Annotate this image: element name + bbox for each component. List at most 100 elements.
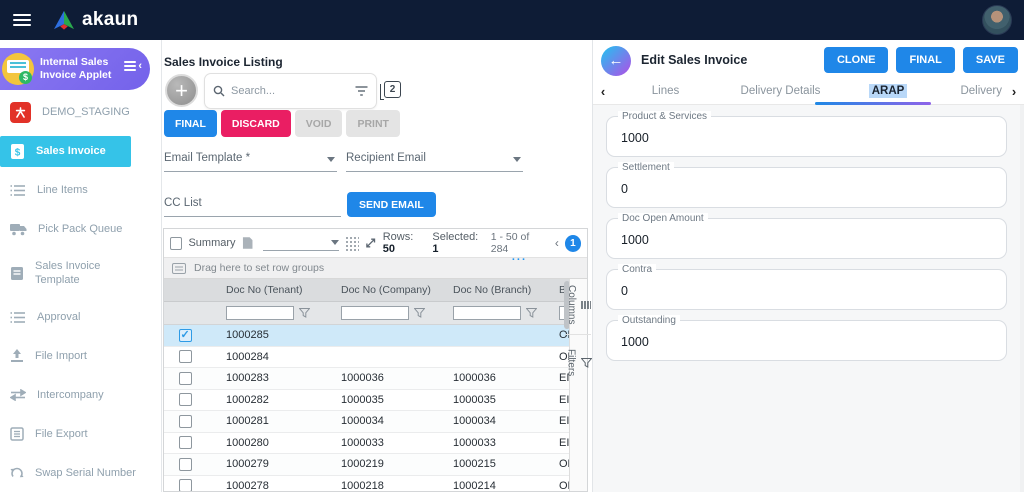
filters-tab[interactable]: Filters bbox=[566, 349, 592, 386]
table-row[interactable]: 100028110000341000034EIN bbox=[164, 411, 571, 433]
applet-header[interactable]: $ Internal Sales Invoice Applet ‹ bbox=[0, 48, 150, 90]
grid-header-row: Doc No (Tenant) Doc No (Company) Doc No … bbox=[164, 279, 571, 302]
table-row[interactable]: 100028210000351000035EIN bbox=[164, 389, 571, 411]
funnel-icon[interactable] bbox=[414, 308, 425, 318]
funnel-icon[interactable] bbox=[526, 308, 537, 318]
search-icon bbox=[213, 85, 225, 97]
tabs-scroll-left-icon[interactable]: ‹ bbox=[593, 84, 613, 99]
pagination-more[interactable]: ... bbox=[512, 251, 527, 263]
grid-filter-row bbox=[164, 302, 571, 325]
sidebar-item-intercompany[interactable]: Intercompany bbox=[0, 383, 161, 407]
sidebar-item-label: Sales Invoice Template bbox=[35, 259, 101, 286]
column-header-tenant[interactable]: Doc No (Tenant) bbox=[206, 284, 321, 296]
table-row[interactable]: 100028010000331000033EIN bbox=[164, 432, 571, 454]
transfer-arrows-icon bbox=[10, 389, 26, 401]
table-row[interactable]: 100028310000361000036EIN bbox=[164, 368, 571, 390]
field-value: 1000 bbox=[621, 131, 649, 145]
sidebar-item-file-import[interactable]: File Import bbox=[0, 344, 161, 368]
send-email-button[interactable]: SEND EMAIL bbox=[347, 192, 436, 217]
duplicate-window-icon[interactable]: 2 bbox=[380, 81, 401, 100]
truck-icon bbox=[10, 223, 27, 235]
final-button[interactable]: FINAL bbox=[896, 47, 955, 73]
grid-view-select[interactable] bbox=[262, 235, 340, 251]
sidebar-item-sales-invoice-template[interactable]: Sales Invoice Template bbox=[0, 256, 161, 290]
save-button[interactable]: SAVE bbox=[962, 47, 1018, 73]
summary-checkbox[interactable] bbox=[170, 236, 183, 250]
filter-list-icon[interactable] bbox=[355, 86, 368, 96]
row-checkbox[interactable] bbox=[178, 393, 192, 407]
tab-delivery-details[interactable]: Delivery Details bbox=[718, 85, 843, 97]
column-header-company[interactable]: Doc No (Company) bbox=[321, 284, 433, 296]
sidebar-item-line-items[interactable]: Line Items bbox=[0, 178, 161, 202]
editor-title: Edit Sales Invoice bbox=[641, 53, 748, 67]
print-button[interactable]: PRINT bbox=[346, 110, 400, 137]
grid-side-tabs: Columns Filters bbox=[566, 279, 592, 491]
row-checkbox[interactable] bbox=[178, 371, 192, 385]
tab-lines[interactable]: Lines bbox=[613, 85, 718, 97]
filter-input-branch[interactable] bbox=[453, 306, 521, 320]
row-checkbox[interactable] bbox=[178, 479, 192, 491]
product-services-field[interactable]: Product & Services 1000 bbox=[606, 111, 1007, 157]
sidebar: $ Internal Sales Invoice Applet ‹ DEMO_S… bbox=[0, 40, 162, 492]
funnel-icon[interactable] bbox=[299, 308, 310, 318]
row-checkbox[interactable] bbox=[178, 436, 192, 450]
pagination-page-button[interactable]: 1 bbox=[564, 234, 582, 252]
expand-icon[interactable] bbox=[365, 237, 376, 249]
field-value: 1000 bbox=[621, 335, 649, 349]
cc-list-input[interactable]: CC List bbox=[164, 197, 341, 217]
field-value: 1000 bbox=[621, 233, 649, 247]
email-template-select[interactable]: Email Template * bbox=[164, 152, 337, 172]
recipient-email-select[interactable]: Recipient Email bbox=[346, 152, 523, 172]
field-value: 0 bbox=[621, 284, 628, 298]
sidebar-item-label: Pick Pack Queue bbox=[38, 222, 123, 235]
table-row[interactable]: 100027810002181000214OL bbox=[164, 475, 571, 491]
sidebar-item-pick-pack-queue[interactable]: Pick Pack Queue bbox=[0, 217, 161, 241]
template-icon bbox=[11, 266, 23, 280]
clone-button[interactable]: CLONE bbox=[823, 47, 889, 73]
field-label: Doc Open Amount bbox=[618, 213, 708, 224]
table-row[interactable]: 100027910002191000215OL bbox=[164, 454, 571, 476]
void-button[interactable]: VOID bbox=[294, 110, 343, 137]
tab-delivery[interactable]: Delivery bbox=[933, 85, 1004, 97]
filter-input-tenant[interactable] bbox=[226, 306, 294, 320]
sales-invoice-icon: $ bbox=[11, 144, 24, 159]
column-header-branch[interactable]: Doc No (Branch) bbox=[433, 284, 541, 296]
contra-field[interactable]: Contra 0 bbox=[606, 264, 1007, 310]
email-template-label: Email Template * bbox=[164, 152, 251, 164]
pagination-prev-icon[interactable]: ‹ bbox=[555, 236, 559, 250]
sidebar-item-approval[interactable]: Approval bbox=[0, 305, 161, 329]
sidebar-item-label: File Import bbox=[35, 349, 87, 362]
add-invoice-button[interactable]: + bbox=[165, 74, 198, 107]
row-checkbox[interactable] bbox=[178, 457, 192, 471]
report-doc-icon[interactable] bbox=[242, 236, 253, 250]
row-checkbox[interactable] bbox=[178, 414, 192, 428]
final-button[interactable]: FINAL bbox=[164, 110, 217, 137]
discard-button[interactable]: DISCARD bbox=[220, 110, 291, 137]
selected-count: Selected: 1 bbox=[432, 231, 479, 255]
table-row[interactable]: 1000285OL bbox=[164, 325, 571, 347]
row-checkbox[interactable] bbox=[178, 328, 192, 342]
settlement-field[interactable]: Settlement 0 bbox=[606, 162, 1007, 208]
user-avatar[interactable] bbox=[982, 5, 1012, 35]
sidebar-item-swap-serial-number[interactable]: Swap Serial Number bbox=[0, 461, 161, 485]
grid-layout-icon[interactable] bbox=[345, 235, 360, 251]
collapse-sidebar-icon[interactable]: ‹ bbox=[124, 60, 142, 72]
funnel-icon bbox=[580, 358, 592, 368]
brand-name: akaun bbox=[82, 9, 139, 30]
sidebar-item-demo-staging[interactable]: DEMO_STAGING bbox=[0, 100, 161, 124]
outstanding-field[interactable]: Outstanding 1000 bbox=[606, 315, 1007, 361]
table-row[interactable]: 1000284OL bbox=[164, 346, 571, 368]
drag-hint-label: Drag here to set row groups bbox=[194, 262, 325, 274]
back-button[interactable]: ← bbox=[601, 46, 631, 76]
search-input[interactable]: Search... bbox=[204, 73, 377, 109]
doc-open-amount-field[interactable]: Doc Open Amount 1000 bbox=[606, 213, 1007, 259]
row-checkbox[interactable] bbox=[178, 350, 192, 364]
row-group-icon bbox=[172, 262, 186, 274]
sidebar-item-file-export[interactable]: File Export bbox=[0, 422, 161, 446]
tab-arap[interactable]: ARAP bbox=[843, 84, 933, 98]
hamburger-menu-icon[interactable] bbox=[13, 14, 31, 26]
tabs-scroll-right-icon[interactable]: › bbox=[1004, 84, 1024, 99]
filter-input-company[interactable] bbox=[341, 306, 409, 320]
sidebar-item-sales-invoice[interactable]: $ Sales Invoice bbox=[0, 136, 131, 167]
columns-tab[interactable]: Columns bbox=[566, 285, 591, 336]
